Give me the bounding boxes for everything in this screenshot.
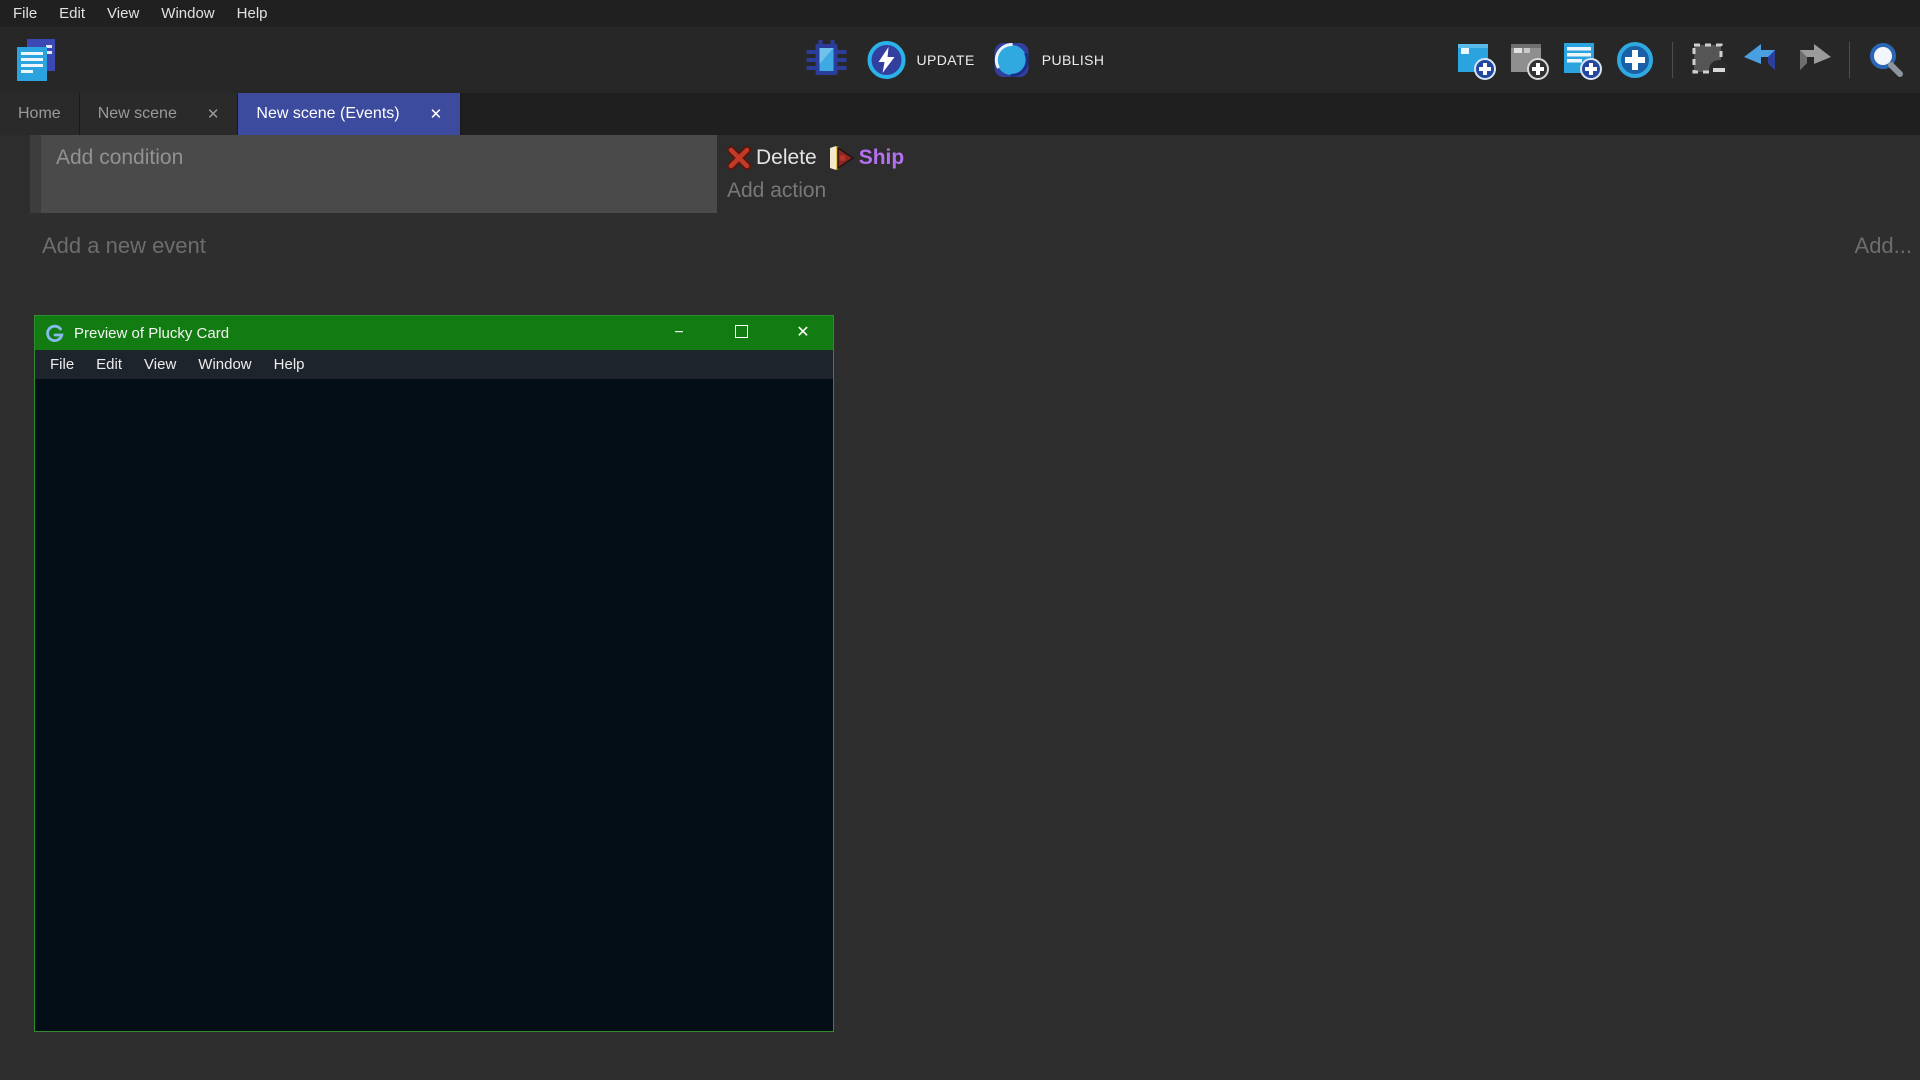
- tab-close-icon[interactable]: ✕: [430, 105, 443, 123]
- publish-button[interactable]: PUBLISH: [991, 39, 1105, 81]
- add-new-event-button[interactable]: Add a new event: [42, 233, 206, 259]
- minimize-button[interactable]: −: [671, 316, 687, 350]
- publish-globe-icon: [991, 39, 1033, 81]
- preview-menu-view[interactable]: View: [133, 350, 187, 379]
- preview-title-bar[interactable]: Preview of Plucky Card − ✕: [35, 316, 833, 350]
- gdevelop-logo-icon: [45, 323, 65, 343]
- add-event-button[interactable]: [1455, 39, 1497, 81]
- menu-edit[interactable]: Edit: [48, 0, 96, 27]
- tab-close-icon[interactable]: ✕: [207, 105, 220, 123]
- menu-file[interactable]: File: [2, 0, 48, 27]
- menu-help[interactable]: Help: [226, 0, 279, 27]
- menu-window[interactable]: Window: [150, 0, 225, 27]
- tab-new-scene[interactable]: New scene ✕: [80, 93, 239, 135]
- maximize-button[interactable]: [733, 315, 749, 351]
- actions-column: Delete Ship Add action: [727, 135, 904, 203]
- close-button[interactable]: ✕: [795, 316, 811, 350]
- preview-menu-help[interactable]: Help: [263, 350, 316, 379]
- add-comment-icon: [1561, 39, 1603, 81]
- redo-button[interactable]: [1793, 42, 1833, 78]
- undo-arrow-icon: [1742, 42, 1782, 78]
- add-comment-button[interactable]: [1561, 39, 1603, 81]
- preview-menu-window[interactable]: Window: [187, 350, 262, 379]
- preview-window-controls: − ✕: [671, 315, 811, 351]
- project-manager-button[interactable]: [12, 36, 60, 84]
- delete-selection-button[interactable]: [1689, 39, 1731, 81]
- preview-game-canvas[interactable]: [35, 379, 833, 1030]
- search-icon: [1866, 40, 1906, 80]
- tab-bar: Home New scene ✕ New scene (Events) ✕: [0, 93, 1920, 135]
- add-sub-event-button[interactable]: [1508, 39, 1550, 81]
- preview-menu-bar: File Edit View Window Help: [35, 350, 833, 379]
- publish-label: PUBLISH: [1042, 52, 1105, 68]
- delete-x-icon: [727, 146, 751, 170]
- add-condition-placeholder[interactable]: Add condition: [56, 146, 717, 170]
- event-row[interactable]: Add condition Delete: [0, 135, 1920, 213]
- tab-new-scene-label: New scene: [98, 105, 177, 123]
- tab-home[interactable]: Home: [0, 93, 80, 135]
- toolbar-separator: [1849, 42, 1850, 78]
- main-toolbar: UPDATE PUBLISH: [0, 27, 1920, 93]
- choose-add-event-button[interactable]: [1614, 39, 1656, 81]
- toolbar-separator: [1672, 42, 1673, 78]
- project-manager-icon: [12, 36, 60, 84]
- add-more-button[interactable]: Add...: [1855, 233, 1912, 259]
- conditions-column[interactable]: Add condition: [41, 135, 717, 213]
- preview-menu-file[interactable]: File: [39, 350, 85, 379]
- tab-home-label: Home: [18, 105, 61, 123]
- update-button[interactable]: UPDATE: [866, 39, 975, 81]
- ship-object-icon: [828, 144, 854, 172]
- preview-window-title: Preview of Plucky Card: [74, 325, 229, 342]
- menu-view[interactable]: View: [96, 0, 150, 27]
- update-label: UPDATE: [917, 52, 975, 68]
- delete-selection-icon: [1689, 39, 1731, 81]
- tab-new-scene-events[interactable]: New scene (Events) ✕: [238, 93, 461, 135]
- tab-new-scene-events-label: New scene (Events): [256, 105, 399, 123]
- preview-window: Preview of Plucky Card − ✕ File Edit Vie…: [34, 315, 834, 1032]
- search-button[interactable]: [1866, 40, 1906, 80]
- update-lightning-icon: [866, 39, 908, 81]
- add-action-placeholder[interactable]: Add action: [727, 179, 904, 203]
- add-sub-event-icon: [1508, 39, 1550, 81]
- event-drag-handle[interactable]: [30, 135, 41, 213]
- toolbar-center-group: UPDATE PUBLISH: [804, 27, 1105, 93]
- redo-arrow-icon: [1793, 42, 1833, 78]
- app-menu-bar: File Edit View Window Help: [0, 0, 1920, 27]
- action-object-name: Ship: [859, 146, 905, 170]
- choose-add-event-icon: [1614, 39, 1656, 81]
- undo-button[interactable]: [1742, 42, 1782, 78]
- debug-button[interactable]: [804, 37, 850, 83]
- maximize-icon: [735, 325, 748, 338]
- debug-bug-icon: [804, 37, 850, 83]
- action-verb: Delete: [756, 146, 817, 170]
- action-delete-ship[interactable]: Delete Ship: [727, 143, 904, 173]
- toolbar-right-group: [1455, 27, 1906, 93]
- add-event-icon: [1455, 39, 1497, 81]
- preview-menu-edit[interactable]: Edit: [85, 350, 133, 379]
